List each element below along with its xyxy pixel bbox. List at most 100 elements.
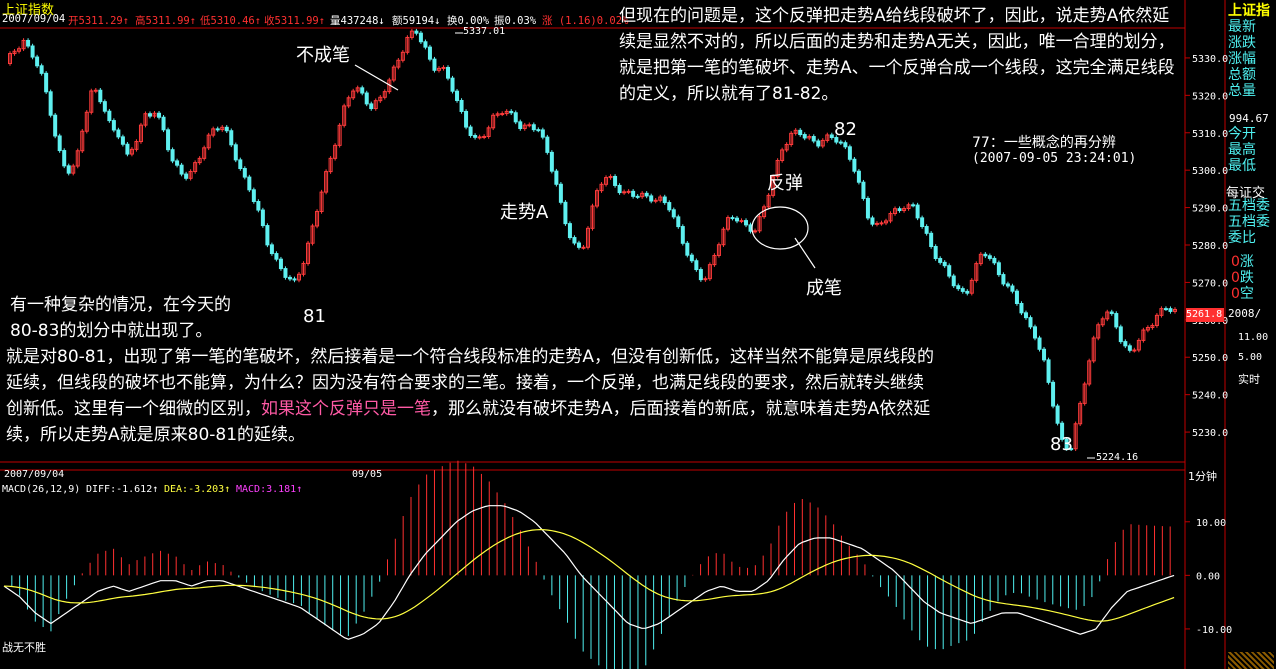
candle-down — [238, 159, 243, 170]
annotation-buchengbi: 不成笔 — [296, 45, 350, 66]
candle-down — [39, 65, 44, 74]
interval-label[interactable]: 1分钟 — [1188, 468, 1217, 484]
candle-down — [667, 202, 672, 211]
right-vol-tick-2: 5.00 — [1238, 352, 1263, 363]
price-tick-label: 5290.0 — [1192, 204, 1228, 215]
corner-pattern — [1228, 652, 1274, 669]
right-panel-rows2: 今开 最高 最低 — [1228, 126, 1256, 174]
candle-down — [364, 92, 369, 105]
right-panel-row: 涨幅 — [1228, 51, 1256, 67]
right-panel-row: 最新 — [1228, 19, 1256, 35]
annotation-zoushi-a: 走势A — [500, 202, 549, 223]
candle-down — [1028, 317, 1033, 328]
macd-date-mid: 09/05 — [352, 469, 383, 480]
price-tick-label: 5250.0 — [1192, 353, 1228, 364]
candle-down — [509, 110, 514, 114]
point-label-82: 82 — [834, 119, 857, 140]
chengbi-pointer — [794, 237, 816, 269]
candle-up — [753, 230, 758, 233]
candle-down — [617, 184, 622, 194]
candle-down — [26, 39, 31, 47]
right-panel-row: 委比 — [1228, 230, 1256, 246]
note-time: (2007-09-05 23:24:01) — [972, 151, 1137, 166]
candle-down — [166, 129, 171, 151]
candle-down — [1001, 274, 1006, 285]
fantan-circle — [751, 206, 809, 250]
candle-down — [929, 232, 934, 248]
right-panel-row: 0涨 — [1231, 254, 1254, 270]
candle-down — [635, 195, 640, 198]
candle-down — [960, 288, 965, 292]
right-panel-row-value: 0 — [1231, 270, 1240, 286]
candle-down — [1109, 311, 1114, 315]
candle-down — [671, 209, 676, 218]
candle-down — [951, 275, 956, 287]
candle-down — [242, 168, 247, 178]
candle-down — [662, 196, 667, 204]
candle-down — [536, 129, 541, 132]
candle-down — [730, 217, 735, 220]
right-panel-date: 2008/ — [1228, 307, 1262, 320]
candle-up — [626, 190, 631, 193]
candle-down — [48, 91, 53, 116]
candle-down — [423, 41, 428, 48]
candle-down — [233, 144, 238, 161]
candle-down — [360, 87, 365, 94]
candle-down — [924, 226, 929, 234]
candle-down — [256, 200, 261, 211]
candle-down — [933, 246, 938, 260]
candle-down — [816, 140, 821, 147]
candle-down — [689, 254, 694, 262]
candle-down — [1114, 313, 1119, 328]
right-panel-row: 五档委 — [1228, 214, 1270, 230]
candle-down — [1014, 290, 1019, 304]
candle-up — [477, 136, 482, 139]
candle-down — [1033, 326, 1038, 339]
chart-stage: 5230.05240.05250.05260.05270.05280.05290… — [0, 0, 1276, 669]
para1-line2: 80-83的划分中就出现了。 — [10, 321, 213, 341]
candle-down — [450, 77, 455, 92]
right-panel-title: 上证指 — [1228, 3, 1270, 19]
header-amount: 额59194↓ — [392, 15, 441, 27]
header-high: 高5311.99↑ — [135, 15, 197, 27]
macd-macd-value: MACD:3.181↑ — [236, 484, 303, 495]
candle-down — [274, 253, 279, 260]
candle-down — [1037, 337, 1042, 350]
note-title: 77：一些概念的再分辨 — [972, 135, 1116, 151]
candle-down — [870, 217, 875, 225]
candle-down — [111, 120, 116, 131]
candle-down — [554, 170, 559, 185]
candle-down — [292, 278, 297, 281]
candle-down — [251, 189, 256, 202]
candle-down — [649, 195, 654, 202]
macd-date-left: 2007/09/04 — [4, 469, 65, 480]
candle-down — [644, 192, 649, 197]
candle-down — [802, 134, 807, 139]
candle-down — [545, 136, 550, 153]
right-panel-row: 今开 — [1228, 126, 1256, 142]
candle-down — [915, 204, 920, 219]
candle-up — [581, 246, 586, 249]
candle-down — [30, 45, 35, 58]
price-tick-label: 5240.0 — [1192, 391, 1228, 402]
candle-down — [563, 201, 568, 225]
right-panel-updown: 0涨 0跌 0空 — [1228, 254, 1254, 302]
candle-down — [414, 30, 419, 34]
candle-down — [35, 56, 40, 67]
candle-down — [1168, 308, 1173, 312]
price-tick-label: 5310.0 — [1192, 129, 1228, 140]
candle-down — [983, 253, 988, 257]
candle-down — [1019, 302, 1024, 314]
price-axis-ticks: 5230.05240.05250.05260.05270.05280.05290… — [1185, 54, 1228, 439]
candle-down — [947, 265, 952, 277]
max-price-label: 5337.01 — [463, 26, 506, 37]
macd-dea-value: DEA:-3.203↑ — [164, 484, 231, 495]
header-date: 2007/09/04 — [2, 13, 66, 25]
macd-tick-label: 10.00 — [1196, 518, 1226, 529]
right-panel-row-value: 0 — [1231, 286, 1240, 302]
annotation-chengbi: 成笔 — [806, 278, 842, 299]
candle-down — [229, 130, 234, 146]
right-panel-row: 最低 — [1228, 158, 1256, 174]
candle-down — [856, 170, 861, 183]
macd-tick-label: 0.00 — [1196, 571, 1220, 582]
